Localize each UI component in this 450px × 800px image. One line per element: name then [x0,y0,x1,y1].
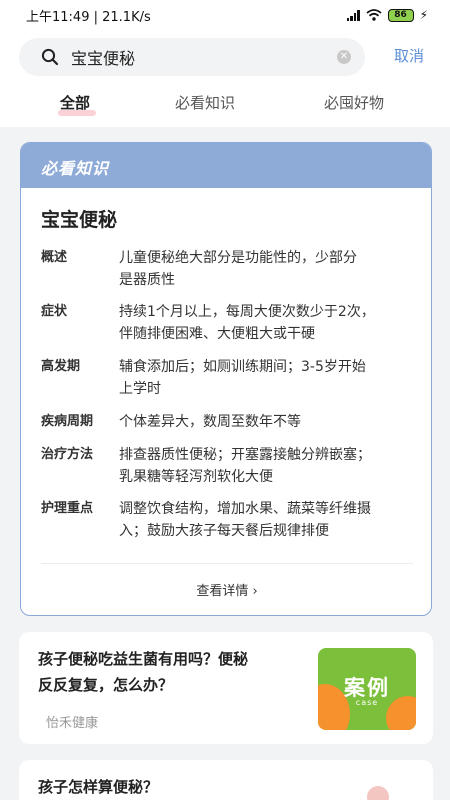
divider [41,563,413,564]
battery-icon: 86 [387,8,414,22]
wifi-icon [365,9,382,21]
knowledge-row-disease-cycle: 疾病周期 个体差异大，数周至数年不等 [41,411,413,433]
row-value: 排查器质性便秘；开塞露接触分辨嵌塞； 乳果糖等轻泻剂软化大便 [119,444,371,488]
row-value: 个体差异大，数周至数年不等 [119,411,301,433]
row-value: 调整饮食结构，增加水果、蔬菜等纤维摄 入；鼓励大孩子每天餐后规律排便 [119,498,371,542]
status-left: 上午11:49 | 21.1K/s [26,6,151,25]
article-thumbnail: 案例 case [318,648,416,730]
search-icon [41,48,59,66]
row-label: 高发期 [41,359,81,374]
article-title-line: 孩子便秘吃益生菌有用吗？便秘 [38,650,249,668]
row-label: 治疗方法 [41,447,94,462]
knowledge-row-overview: 概述 儿童便秘绝大部分是功能性的，少部分 是器质性 [41,247,413,291]
knowledge-title: 宝宝便秘 [41,209,118,231]
article-card[interactable]: 孩子怎样算便秘？ [19,760,433,800]
status-time: 上午11:49 [26,9,90,25]
clear-icon[interactable]: ✕ [337,50,351,64]
knowledge-row-peak-period: 高发期 辅食添加后；如厕训练期间；3-5岁开始 上学时 [41,356,413,400]
header: 宝宝便秘 ✕ 取消 全部 必看知识 必囤好物 [0,30,450,127]
row-value: 辅食添加后；如厕训练期间；3-5岁开始 上学时 [119,356,366,400]
row-value-line: 是器质性 [119,272,175,288]
row-value: 持续1个月以上，每周大便次数少于2次， 伴随排便困难、大便粗大或干硬 [119,301,375,345]
row-value-line: 排查器质性便秘；开塞露接触分辨嵌塞； [119,447,371,463]
knowledge-row-symptoms: 症状 持续1个月以上，每周大便次数少于2次， 伴随排便困难、大便粗大或干硬 [41,301,413,345]
tab-bar: 全部 必看知识 必囤好物 [0,86,450,127]
knowledge-banner: 必看知识 [21,143,431,188]
row-label: 概述 [41,250,68,265]
tab-must-know[interactable]: 必看知识 [175,92,235,113]
article-source: 怡禾健康 [46,716,99,731]
article-title-line: 反反复复，怎么办？ [38,676,174,694]
status-bar: 上午11:49 | 21.1K/s 86 ⚡ [0,0,450,30]
knowledge-row-care: 护理重点 调整饮食结构，增加水果、蔬菜等纤维摄 入；鼓励大孩子每天餐后规律排便 [41,498,413,542]
row-value-line: 入；鼓励大孩子每天餐后规律排便 [119,523,329,539]
tab-all[interactable]: 全部 [60,92,90,113]
row-value-line: 个体差异大，数周至数年不等 [119,414,301,430]
cancel-button[interactable]: 取消 [394,45,424,66]
charging-icon: ⚡ [419,8,428,22]
row-label: 症状 [41,304,68,319]
article-thumbnail [367,786,389,800]
row-label: 护理重点 [41,501,94,516]
status-right: 86 ⚡ [346,8,428,22]
article-title: 孩子怎样算便秘？ [38,774,158,800]
row-label: 疾病周期 [41,414,94,429]
article-title-line: 孩子怎样算便秘？ [38,778,159,796]
signal-icon [346,9,360,21]
search-input[interactable]: 宝宝便秘 ✕ [19,38,365,76]
row-value-line: 乳果糖等轻泻剂软化大便 [119,469,273,485]
row-value-line: 调整饮食结构，增加水果、蔬菜等纤维摄 [119,501,371,517]
article-card[interactable]: 孩子便秘吃益生菌有用吗？便秘 反反复复，怎么办？ 怡禾健康 案例 case [19,632,433,744]
knowledge-row-treatment: 治疗方法 排查器质性便秘；开塞露接触分辨嵌塞； 乳果糖等轻泻剂软化大便 [41,444,413,488]
row-value-line: 上学时 [119,381,161,397]
network-speed: 21.1K/s [102,9,151,25]
row-value: 儿童便秘绝大部分是功能性的，少部分 是器质性 [119,247,357,291]
thumbnail-sublabel: case [355,698,379,707]
status-separator: | [93,9,103,25]
tab-must-buy[interactable]: 必囤好物 [324,92,384,113]
article-title: 孩子便秘吃益生菌有用吗？便秘 反反复复，怎么办？ [38,646,248,698]
view-details-link[interactable]: 查看详情 › [21,580,431,599]
knowledge-banner-title: 必看知识 [41,159,110,178]
row-value-line: 持续1个月以上，每周大便次数少于2次， [119,304,375,320]
knowledge-card: 必看知识 宝宝便秘 概述 儿童便秘绝大部分是功能性的，少部分 是器质性 症状 持… [20,142,432,616]
row-value-line: 伴随排便困难、大便粗大或干硬 [119,326,315,342]
row-value-line: 儿童便秘绝大部分是功能性的，少部分 [119,250,357,266]
search-query: 宝宝便秘 [71,49,136,68]
row-value-line: 辅食添加后；如厕训练期间；3-5岁开始 [119,359,366,375]
